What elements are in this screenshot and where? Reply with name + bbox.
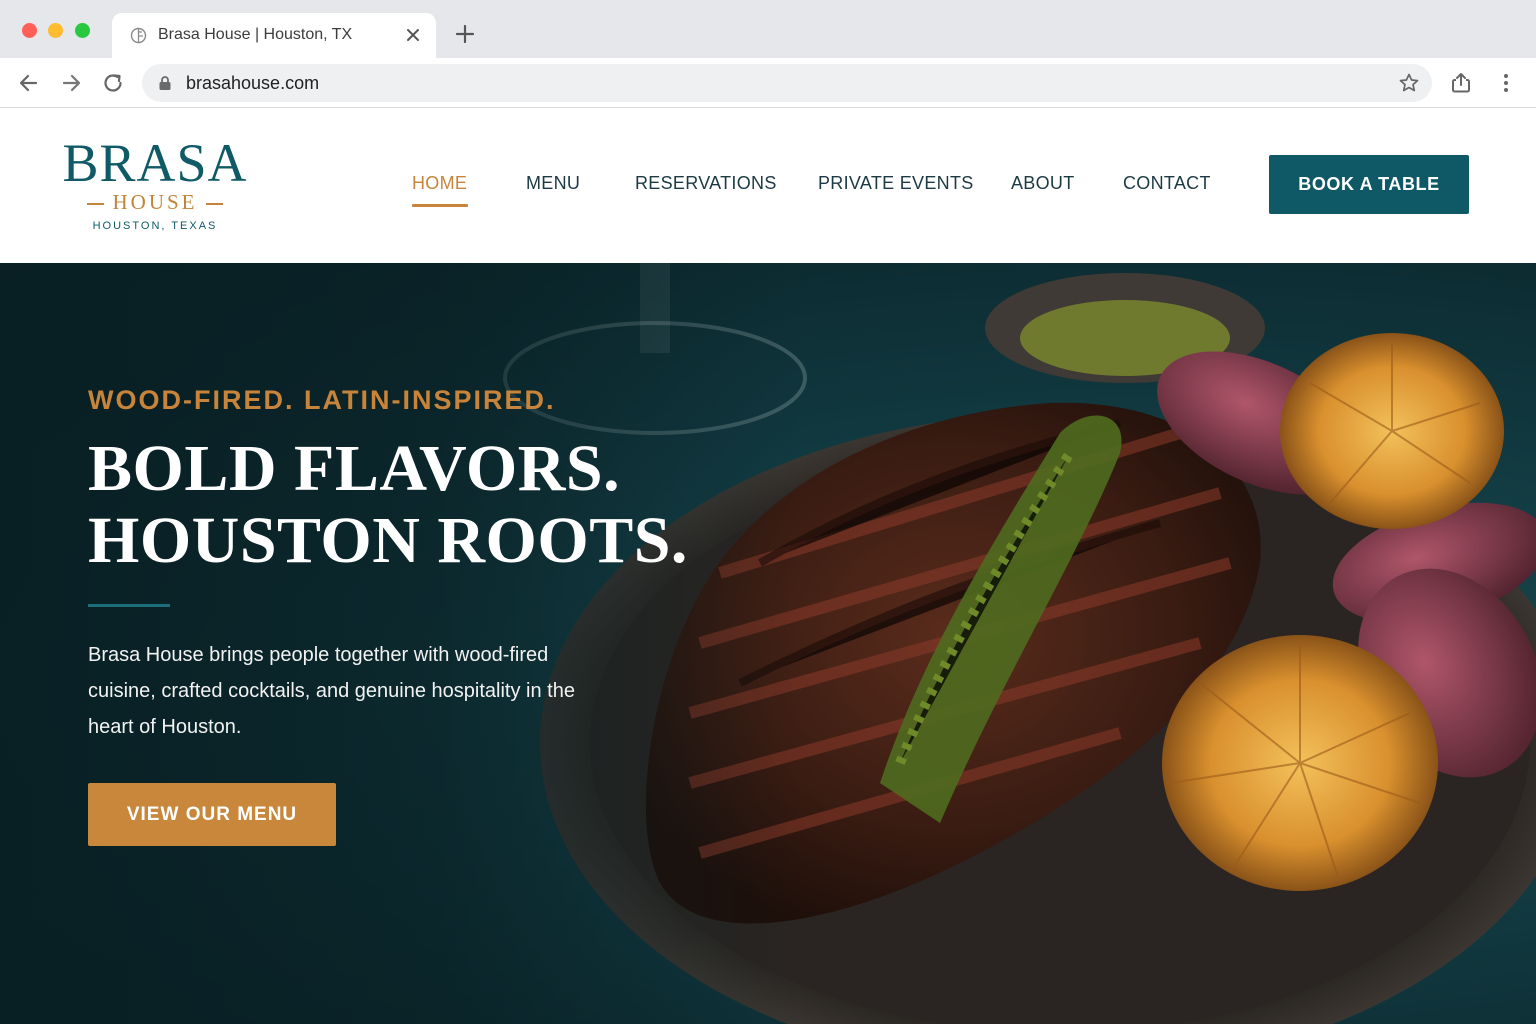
nav-item-private-events[interactable]: PRIVATE EVENTS [818, 173, 974, 194]
logo-city: HOUSTON, TEXAS [92, 220, 218, 232]
view-menu-button[interactable]: VIEW OUR MENU [88, 783, 336, 846]
hero-section: WOOD-FIRED. LATIN-INSPIRED. BOLD FLAVORS… [0, 263, 1536, 1024]
lock-icon [159, 76, 171, 90]
address-bar[interactable]: brasahouse.com [142, 64, 1432, 102]
close-icon[interactable] [402, 24, 424, 46]
hero-divider [88, 604, 170, 607]
plus-icon[interactable] [452, 21, 478, 47]
logo-dash-left [87, 203, 105, 206]
nav-item-reservations[interactable]: RESERVATIONS [635, 173, 777, 194]
hero-intro: Brasa House brings people together with … [88, 644, 575, 738]
logo-dash-right [205, 203, 223, 206]
brand-logo[interactable]: BRASA HOUSE HOUSTON, TEXAS [54, 136, 256, 236]
tab-title: Brasa House | Houston, TX [158, 26, 353, 43]
logo-sub-text: HOUSE [112, 190, 198, 214]
tab-strip: Brasa House | Houston, TX [0, 0, 1536, 58]
nav-item-menu[interactable]: MENU [526, 173, 580, 194]
hero-headline: BOLD FLAVORS. HOUSTON ROOTS. [88, 433, 688, 577]
hero-headline-line1: BOLD FLAVORS. [88, 432, 621, 505]
site-header: BRASA HOUSE HOUSTON, TEXAS HOME MENU RES… [0, 108, 1536, 263]
nav-item-about[interactable]: ABOUT [1011, 173, 1075, 194]
logo-wordmark: BRASA [62, 133, 248, 193]
url-text: brasahouse.com [186, 73, 320, 93]
nav-active-indicator [412, 204, 468, 207]
favicon-icon [130, 27, 147, 44]
book-a-table-button[interactable]: BOOK A TABLE [1269, 155, 1469, 214]
hero-headline-line2: HOUSTON ROOTS. [88, 504, 688, 577]
nav-item-home[interactable]: HOME [412, 173, 467, 194]
hero-eyebrow: WOOD-FIRED. LATIN-INSPIRED. [88, 385, 556, 415]
nav-item-contact[interactable]: CONTACT [1123, 173, 1211, 194]
share-icon[interactable] [1448, 70, 1474, 96]
window-minimize-button[interactable] [48, 23, 63, 38]
window-close-button[interactable] [22, 23, 37, 38]
window-zoom-button[interactable] [75, 23, 90, 38]
browser-tab[interactable]: Brasa House | Houston, TX [112, 13, 436, 58]
more-vert-icon[interactable] [1493, 70, 1519, 96]
star-icon[interactable] [1398, 72, 1420, 94]
logo-subtitle: HOUSE [54, 190, 256, 216]
browser-toolbar: brasahouse.com [0, 58, 1536, 108]
browser-chrome: Brasa House | Houston, TX brasahouse.com [0, 0, 1536, 108]
reload-icon[interactable] [100, 70, 126, 96]
forward-arrow-icon[interactable] [58, 70, 84, 96]
back-arrow-icon[interactable] [16, 70, 42, 96]
